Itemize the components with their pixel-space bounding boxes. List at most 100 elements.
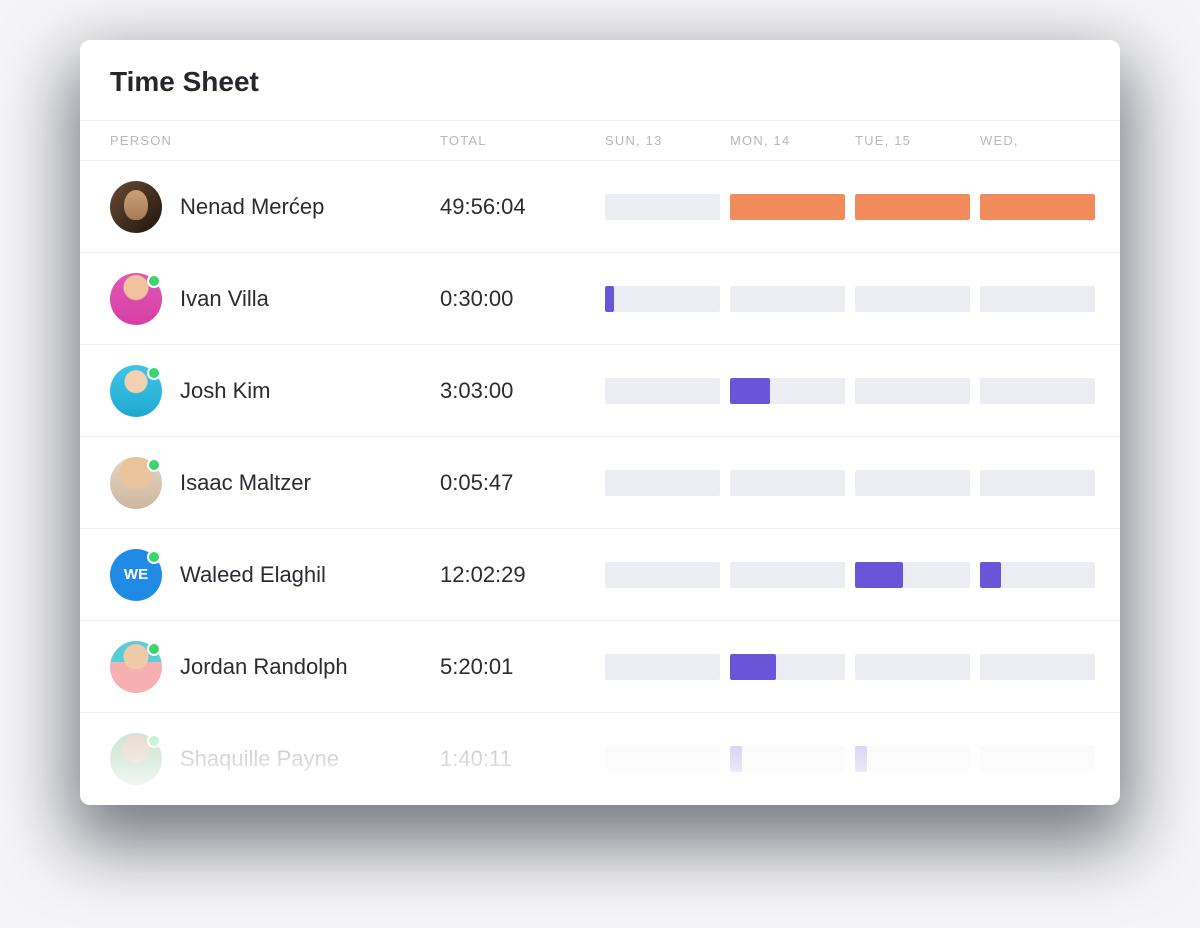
day-cell[interactable] [730,378,855,404]
avatar[interactable]: WE [110,549,162,601]
person-name[interactable]: Ivan Villa [180,286,269,312]
time-bar [980,562,1095,588]
day-cell[interactable] [730,654,855,680]
day-cell[interactable] [855,194,980,220]
total-time: 12:02:29 [440,562,605,588]
time-bar-fill [605,286,614,312]
day-cell[interactable] [605,746,730,772]
day-cell[interactable] [605,562,730,588]
person-name[interactable]: Jordan Randolph [180,654,348,680]
day-cell[interactable] [855,378,980,404]
person-name[interactable]: Josh Kim [180,378,270,404]
time-bar [980,654,1095,680]
time-bar [730,654,845,680]
col-day-tue: TUE, 15 [855,133,980,148]
time-bar [605,378,720,404]
time-bar [855,654,970,680]
time-bar-fill [855,746,867,772]
person-name[interactable]: Waleed Elaghil [180,562,326,588]
time-bar [855,194,970,220]
online-status-icon [147,458,161,472]
time-bar [855,378,970,404]
day-cell[interactable] [730,286,855,312]
time-bar [855,286,970,312]
time-bar [980,194,1095,220]
time-bar [730,286,845,312]
online-status-icon [147,734,161,748]
time-bar [730,746,845,772]
table-header: PERSON TOTAL SUN, 13 MON, 14 TUE, 15 WED… [80,120,1120,161]
day-cell[interactable] [980,470,1105,496]
table-row[interactable]: Jordan Randolph 5:20:01 [80,621,1120,713]
avatar[interactable] [110,457,162,509]
time-bar [730,470,845,496]
day-cell[interactable] [605,286,730,312]
day-cell[interactable] [730,194,855,220]
person-cell: WE Waleed Elaghil [110,549,440,601]
time-bar-fill [980,562,1001,588]
time-bar [730,194,845,220]
day-cell[interactable] [855,654,980,680]
avatar[interactable] [110,181,162,233]
online-status-icon [147,366,161,380]
table-row[interactable]: Isaac Maltzer 0:05:47 [80,437,1120,529]
time-bar [730,378,845,404]
time-bar [605,194,720,220]
person-cell: Jordan Randolph [110,641,440,693]
time-bar-fill [730,654,776,680]
person-cell: Isaac Maltzer [110,457,440,509]
total-time: 1:40:11 [440,746,605,772]
table-row[interactable]: Ivan Villa 0:30:00 [80,253,1120,345]
day-cell[interactable] [855,470,980,496]
day-cell[interactable] [855,746,980,772]
time-bar-fill [855,562,903,588]
time-bar-fill [730,378,770,404]
avatar[interactable] [110,273,162,325]
day-cell[interactable] [980,562,1105,588]
time-bar [855,746,970,772]
day-cell[interactable] [855,286,980,312]
person-name[interactable]: Isaac Maltzer [180,470,311,496]
day-cell[interactable] [730,562,855,588]
day-cell[interactable] [605,654,730,680]
day-cell[interactable] [980,746,1105,772]
day-cell[interactable] [605,194,730,220]
table-row[interactable]: Josh Kim 3:03:00 [80,345,1120,437]
time-bar [605,654,720,680]
day-cell[interactable] [980,286,1105,312]
total-time: 0:05:47 [440,470,605,496]
day-cell[interactable] [855,562,980,588]
total-time: 49:56:04 [440,194,605,220]
day-cell[interactable] [605,378,730,404]
person-cell: Ivan Villa [110,273,440,325]
timesheet-card: Time Sheet PERSON TOTAL SUN, 13 MON, 14 … [80,40,1120,805]
time-bar [855,470,970,496]
day-cell[interactable] [605,470,730,496]
total-time: 3:03:00 [440,378,605,404]
avatar[interactable] [110,641,162,693]
table-row[interactable]: WE Waleed Elaghil 12:02:29 [80,529,1120,621]
person-name[interactable]: Nenad Merćep [180,194,324,220]
day-cell[interactable] [980,194,1105,220]
table-row[interactable]: Shaquille Payne 1:40:11 [80,713,1120,805]
online-status-icon [147,550,161,564]
avatar[interactable] [110,365,162,417]
total-time: 5:20:01 [440,654,605,680]
time-bar [605,746,720,772]
day-cell[interactable] [730,746,855,772]
time-bar-fill [730,746,742,772]
col-day-sun: SUN, 13 [605,133,730,148]
col-total: TOTAL [440,133,605,148]
online-status-icon [147,274,161,288]
avatar[interactable] [110,733,162,785]
table-row[interactable]: Nenad Merćep 49:56:04 [80,161,1120,253]
day-cell[interactable] [980,378,1105,404]
day-cell[interactable] [980,654,1105,680]
time-bar-fill [980,194,1095,220]
total-time: 0:30:00 [440,286,605,312]
time-bar [980,286,1095,312]
col-day-mon: MON, 14 [730,133,855,148]
person-name[interactable]: Shaquille Payne [180,746,339,772]
time-bar-fill [855,194,970,220]
day-cell[interactable] [730,470,855,496]
